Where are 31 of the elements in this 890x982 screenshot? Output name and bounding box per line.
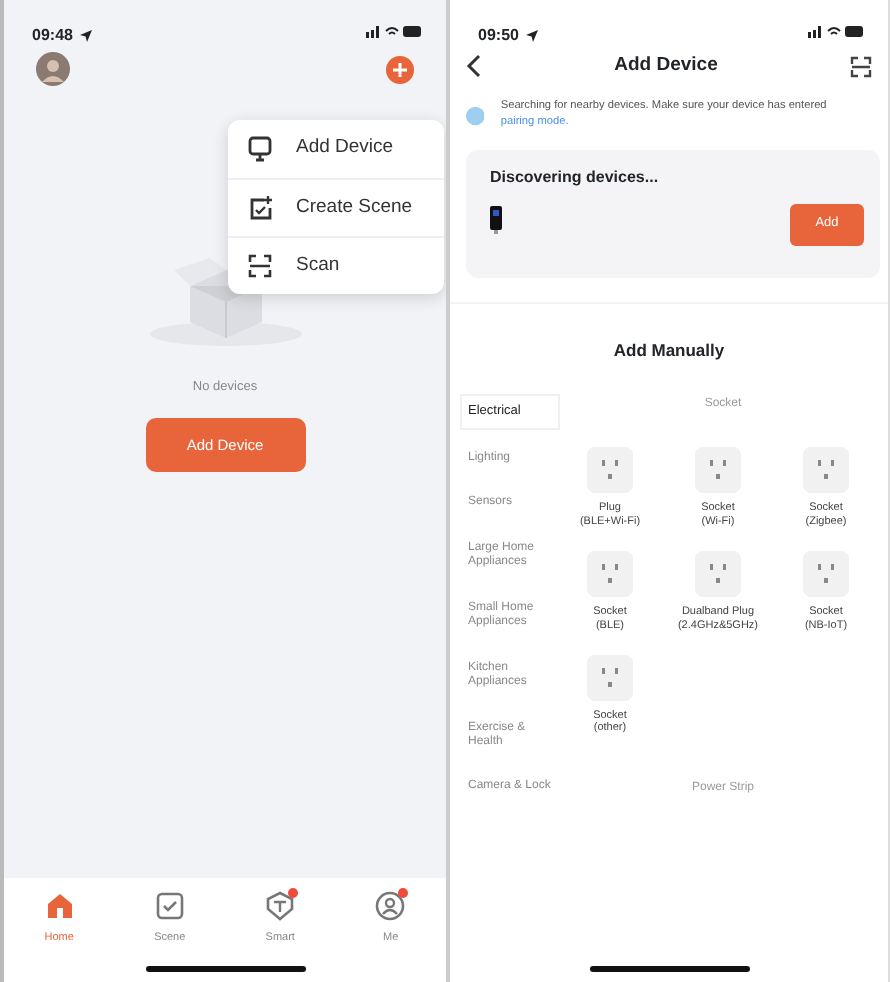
menu-item[interactable]: Scan [228,236,444,294]
menu-item[interactable]: Add Device [228,120,444,178]
edit-icon [248,195,272,221]
home-icon [43,890,76,922]
status-icons-drawing [808,24,864,38]
status-icons-drawing [366,24,422,38]
socket-icon[interactable] [694,446,742,495]
device-icon [248,136,272,162]
scan-icon [248,253,272,279]
checkbox-icon [153,890,186,922]
status-time: 09:48 [32,24,73,48]
socket-icon[interactable] [586,549,634,598]
shield-icon [264,890,297,922]
doorbell-icon [490,206,502,235]
screen-title: Add Device [614,52,718,80]
discovering-title: Discovering devices... [490,166,659,191]
section-title: Add Manually [611,338,727,365]
back-icon[interactable] [466,54,482,79]
socket-icon[interactable] [802,446,850,495]
avatar-icon[interactable] [36,52,70,86]
scan-icon[interactable] [850,55,872,78]
location-arrow-icon [526,30,539,42]
socket-icon[interactable] [694,549,742,598]
person-icon [374,890,407,922]
menu-item[interactable]: Create Scene [228,178,444,236]
location-arrow-icon [80,30,93,42]
socket-icon[interactable] [802,549,850,598]
add-icon[interactable] [386,55,414,83]
status-time: 09:50 [478,24,519,48]
socket-icon[interactable] [586,446,634,495]
socket-icon[interactable] [586,653,634,702]
